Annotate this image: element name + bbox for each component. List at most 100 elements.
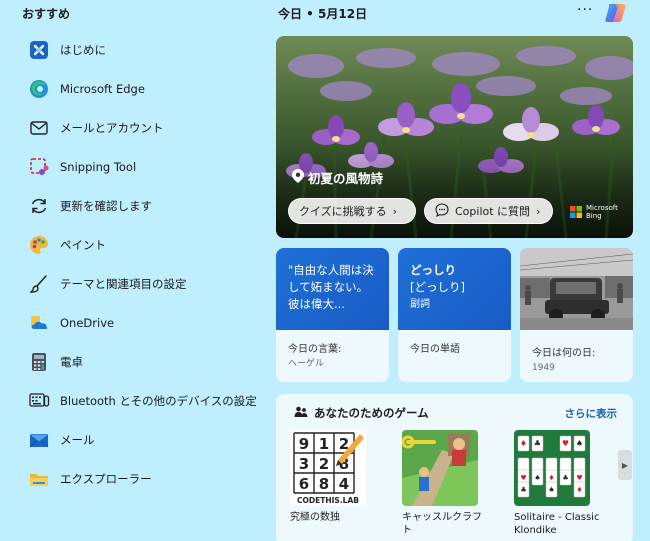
app-label: 更新を確認します [60,198,152,213]
file-explorer-icon [28,468,50,490]
app-label: Snipping Tool [60,159,137,174]
microsoft-logo-icon [570,206,582,218]
app-label: テーマと関連項目の設定 [60,276,187,291]
games-header: あなたのためのゲーム [294,405,429,421]
snipping-tool-icon [28,156,50,178]
history-year: 1949 [532,363,555,373]
paint-icon [28,234,50,256]
recommended-header: おすすめ [22,7,71,21]
svg-text:♥: ♥ [576,474,582,482]
quiz-button[interactable]: クイズに挑戦する › [288,198,416,224]
word-of-the-day-card[interactable]: どっしり [どっしり] 副詞 今日の単語 [398,248,511,382]
svg-text:♦: ♦ [520,439,527,448]
quote-text: "自由な人間は決して妬まない。彼は偉大... [276,248,389,330]
recommended-list: はじめに Microsoft Edge メールとアカウント Snipping T… [28,30,268,498]
svg-text:♠: ♠ [548,486,554,494]
sudoku-digit: 1 [319,435,329,453]
svg-text:♥: ♥ [562,439,569,448]
chevron-right-icon: › [536,204,541,218]
svg-text:♣: ♣ [534,439,541,448]
app-item-theme-settings[interactable]: テーマと関連項目の設定 [28,264,268,303]
app-label: 電卓 [60,354,83,369]
ask-copilot-button[interactable]: Copilot に質問 › [424,198,553,224]
get-started-icon [28,39,50,61]
history-label: 今日は何の日: [532,348,596,359]
game-name: キャッスルクラフト [402,512,482,536]
games-title: あなたのためのゲーム [314,406,429,420]
sudoku-digit: 4 [339,475,349,493]
edge-icon [28,78,50,100]
bing-line-2: Bing [586,212,602,220]
hero-title[interactable]: 初夏の風物詩 [292,168,383,187]
game-castle-craft[interactable]: キャッスルクラフト [402,430,488,537]
chevron-right-icon: › [392,204,398,218]
svg-text:♠: ♠ [576,439,583,448]
sudoku-digit: 6 [299,475,309,493]
onedrive-icon [28,312,50,334]
calculator-icon [28,351,50,373]
copilot-icon[interactable] [603,0,629,26]
ask-copilot-label: Copilot に質問 [455,205,531,218]
refresh-icon [28,195,50,217]
see-more-link[interactable]: さらに表示 [565,406,618,421]
app-label: ペイント [60,237,106,252]
app-item-file-explorer[interactable]: エクスプローラー [28,459,268,498]
svg-text:♦: ♦ [576,486,582,494]
game-sudoku[interactable]: 912328684 CODETHIS.LAB 究極の数独 [290,430,376,524]
app-item-check-updates[interactable]: 更新を確認します [28,186,268,225]
solitaire-tile-image: ♦ ♣ ♥ ♠ ♥ ♠ ♦ ♣ ♥ ♣ ♠ ♦ [514,430,590,506]
app-item-mail-accounts[interactable]: メールとアカウント [28,108,268,147]
sudoku-digit: 9 [299,435,309,453]
this-day-in-history-card[interactable]: 今日は何の日: 1949 [520,248,633,382]
more-options-button[interactable]: ··· [577,2,593,18]
bluetooth-devices-icon [28,390,50,412]
quiz-label: クイズに挑戦する [299,205,387,218]
microsoft-bing-logo: Microsoft Bing [570,204,618,220]
app-item-snipping-tool[interactable]: Snipping Tool [28,147,268,186]
sudoku-tile-image: 912328684 CODETHIS.LAB [290,430,366,506]
app-item-bluetooth-settings[interactable]: Bluetooth とその他のデバイスの設定 [28,381,268,420]
brush-icon [28,273,50,295]
history-photo-image [520,248,633,330]
location-pin-icon [292,169,304,186]
hero-card[interactable]: 初夏の風物詩 クイズに挑戦する › Copilot に質問 › Microsof… [276,36,633,238]
game-name: Solitaire - Classic Klondike [514,512,600,536]
app-label: メールとアカウント [60,120,164,135]
word-reading: [どっしり] [410,280,465,294]
quote-label: 今日の言葉: [288,344,342,355]
sudoku-digit: 2 [319,455,329,473]
game-solitaire[interactable]: ♦ ♣ ♥ ♠ ♥ ♠ ♦ ♣ ♥ ♣ ♠ ♦ Solitaire - Clas… [514,430,600,537]
play-triangle-icon: ▶ [621,460,629,470]
app-item-calculator[interactable]: 電卓 [28,342,268,381]
hero-title-text: 初夏の風物詩 [308,171,384,186]
word-label: 今日の単語 [410,344,460,355]
app-item-get-started[interactable]: はじめに [28,30,268,69]
games-people-icon [294,406,308,421]
castle-craft-tile-image [402,430,478,506]
app-label: はじめに [60,42,106,57]
svg-text:♣: ♣ [520,486,526,494]
today-date: 今日 • 5月12日 [278,7,368,21]
app-label: Bluetooth とその他のデバイスの設定 [60,393,257,408]
svg-text:♥: ♥ [520,474,526,482]
word-text: どっしり [410,263,456,277]
app-label: OneDrive [60,315,115,330]
app-item-paint[interactable]: ペイント [28,225,268,264]
app-label: エクスプローラー [60,471,152,486]
svg-text:♠: ♠ [534,474,540,482]
app-item-onedrive[interactable]: OneDrive [28,303,268,342]
svg-text:♦: ♦ [548,474,554,482]
app-label: Microsoft Edge [60,81,145,96]
sudoku-digit: 8 [319,475,329,493]
mail-outline-icon [28,117,50,139]
app-item-edge[interactable]: Microsoft Edge [28,69,268,108]
quote-of-the-day-card[interactable]: "自由な人間は決して妬まない。彼は偉大... 今日の言葉: ヘーゲル [276,248,389,382]
bing-line-1: Microsoft [586,204,618,212]
app-label: メール [60,432,95,447]
games-section: あなたのためのゲーム さらに表示 912328684 CODETHIS.LAB … [276,394,633,541]
app-item-mail[interactable]: メール [28,420,268,459]
word-part-of-speech: 副詞 [410,299,430,310]
game-name: 究極の数独 [290,512,340,523]
scroll-right-button[interactable]: ▶ [618,450,632,480]
sudoku-brand-text: CODETHIS.LAB [297,496,359,505]
